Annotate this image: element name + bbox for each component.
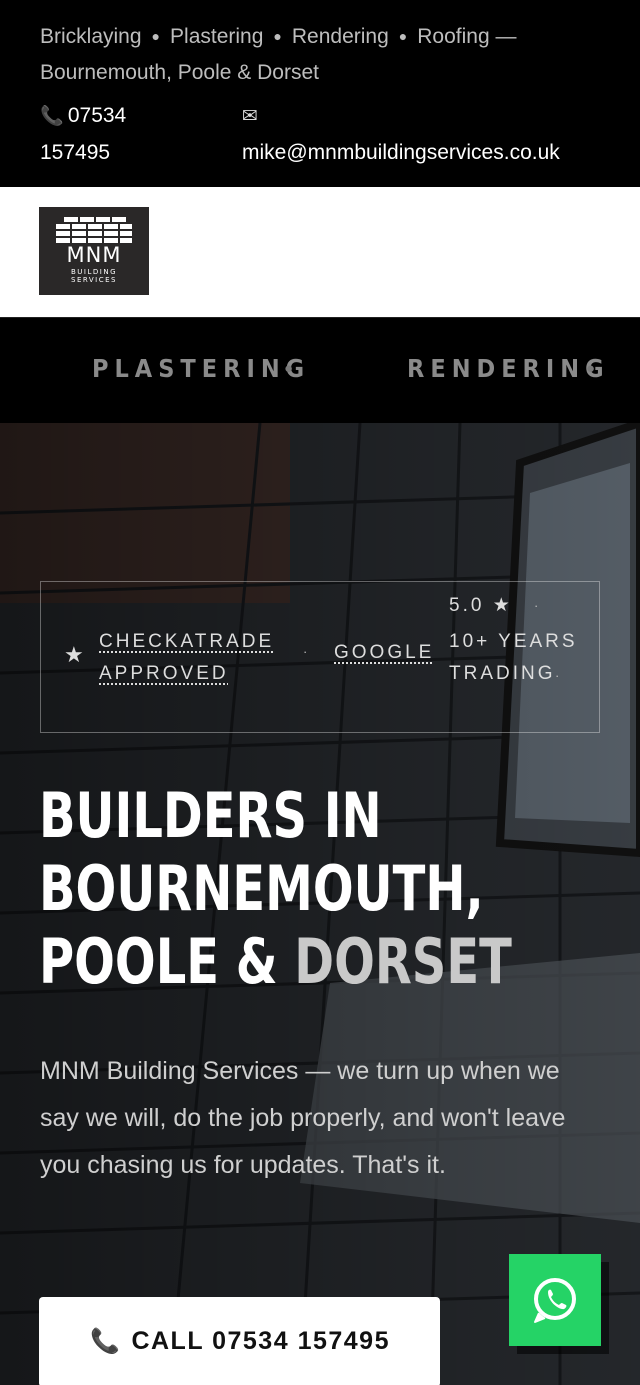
- service-item: Bricklaying: [40, 25, 142, 48]
- service-item: Roofing: [417, 25, 490, 48]
- trust-badges: ★ CHECKATRADE APPROVED · GOOGLE 5.0 ★ · …: [40, 581, 600, 733]
- whatsapp-icon: [534, 1278, 576, 1323]
- bullet-icon: ●: [273, 28, 282, 44]
- hero-title-line1: BUILDERS IN: [39, 779, 382, 852]
- separator-dot-icon: ·: [303, 644, 308, 659]
- envelope-icon: ✉: [242, 106, 258, 127]
- logo-subtitle: BUILDING SERVICES: [39, 268, 149, 284]
- star-icon: ★: [64, 642, 84, 667]
- separator-dot-icon: ·: [555, 668, 560, 683]
- hero-title: BUILDERS IN BOURNEMOUTH, POOLE & DORSET: [39, 779, 538, 998]
- hero-title-line3: POOLE &: [39, 925, 295, 998]
- whatsapp-button[interactable]: [509, 1254, 601, 1346]
- hero-section: ★ CHECKATRADE APPROVED · GOOGLE 5.0 ★ · …: [0, 423, 640, 1385]
- site-header: MNM BUILDING SERVICES: [0, 187, 640, 317]
- bullet-icon: ●: [586, 360, 596, 377]
- bullet-icon: ●: [151, 28, 161, 44]
- rating-text: 5.0 ★: [449, 595, 513, 616]
- hero-title-highlight: DORSET: [294, 925, 512, 998]
- logo-subtitle-line2: SERVICES: [71, 276, 117, 284]
- ticker-item: PLASTERING: [92, 354, 311, 383]
- email-link[interactable]: ✉ mike@mnmbuildingservices.co.uk: [242, 98, 622, 171]
- separator-dot-icon: ·: [534, 598, 539, 613]
- logo[interactable]: MNM BUILDING SERVICES: [39, 207, 149, 295]
- call-button[interactable]: 📞 CALL 07534 157495: [39, 1297, 440, 1385]
- phone-icon: 📞: [90, 1328, 122, 1355]
- bullet-icon: ●: [284, 360, 294, 377]
- checkatrade-link[interactable]: CHECKATRADE APPROVED: [99, 626, 299, 690]
- services-line: Bricklaying ● Plastering ● Rendering ● Roofing…: [40, 18, 600, 91]
- bullet-icon: ●: [398, 28, 408, 44]
- services-ticker: PLASTERING ● RENDERING ●: [0, 317, 640, 423]
- logo-subtitle-line1: BUILDING: [70, 268, 117, 276]
- call-button-label: CALL 07534 157495: [131, 1327, 390, 1355]
- hero-title-line2: BOURNEMOUTH,: [39, 852, 484, 925]
- hero-description: MNM Building Services — we turn up when …: [40, 1057, 566, 1179]
- service-item: Rendering: [291, 25, 389, 48]
- top-bar: Bricklaying ● Plastering ● Rendering ● Roofing…: [0, 0, 640, 187]
- service-item: Plastering: [170, 25, 264, 48]
- google-link[interactable]: GOOGLE: [334, 642, 434, 664]
- logo-grid-icon: [56, 217, 132, 243]
- email-address: mike@mnmbuildingservices.co.uk: [242, 141, 560, 164]
- years-trading-text: 10+ YEARS TRADING: [449, 631, 578, 684]
- ticker-item: RENDERING: [407, 354, 610, 383]
- logo-title: MNM: [66, 243, 122, 267]
- phone-icon: 📞: [40, 106, 64, 127]
- phone-link[interactable]: 📞 07534 157495: [40, 98, 190, 171]
